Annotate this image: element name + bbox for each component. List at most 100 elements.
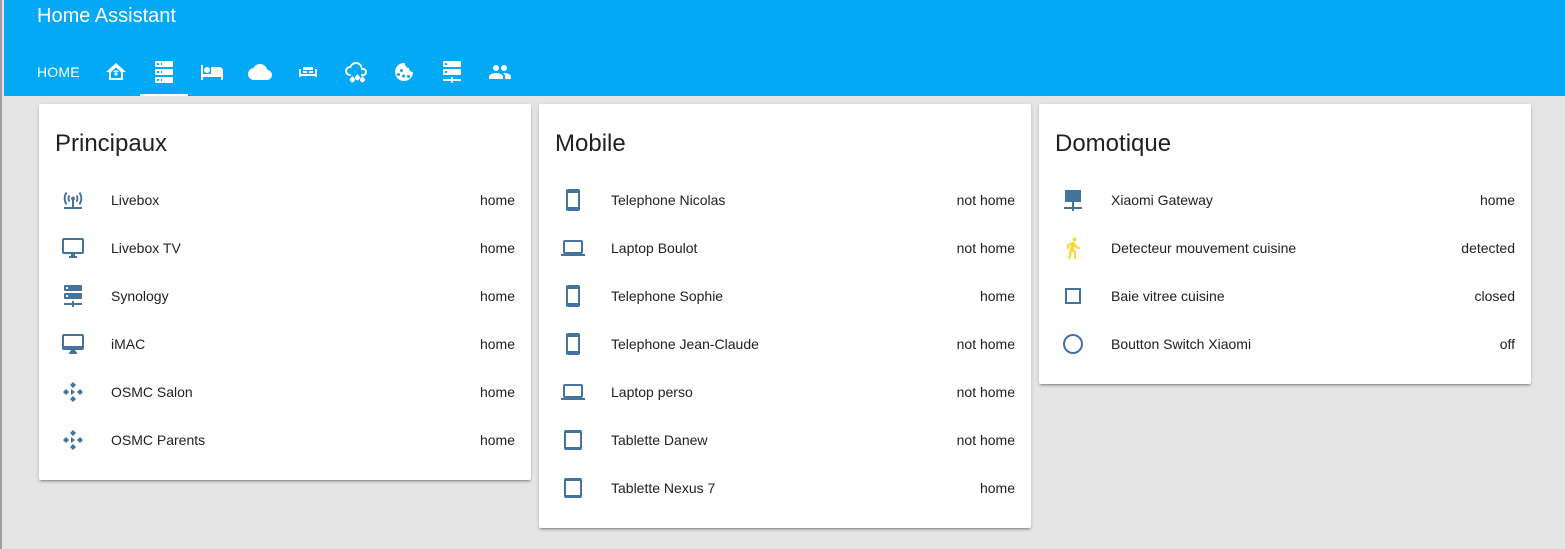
kodi-icon [55, 380, 95, 404]
entity-name: Laptop perso [611, 384, 693, 400]
entity-state: detected [1461, 240, 1515, 256]
entity-state: closed [1474, 288, 1515, 304]
tab-home[interactable]: HOME [25, 48, 92, 96]
entity-name: Detecteur mouvement cuisine [1111, 240, 1297, 256]
entity-state: home [1479, 192, 1515, 208]
tab-cloud[interactable] [236, 48, 284, 96]
entity-name: Synology [111, 288, 169, 304]
entity-name: Xiaomi Gateway [1111, 192, 1213, 208]
weather-rainy-icon [344, 60, 368, 84]
cellphone-icon [555, 284, 595, 308]
tab-home-automation[interactable] [92, 48, 140, 96]
app-title: Home Assistant [37, 5, 176, 27]
card-title: Principaux [55, 130, 168, 157]
entity-name: Livebox TV [111, 240, 181, 256]
entity-row[interactable]: Laptop perso not home [555, 368, 1015, 416]
cloud-icon [247, 60, 272, 84]
entity-name: Laptop Boulot [611, 240, 698, 256]
motion-run-icon [1055, 236, 1095, 260]
server-icon [55, 284, 95, 308]
entity-name: Telephone Nicolas [611, 192, 726, 208]
entity-state: not home [956, 384, 1015, 400]
entity-name: Baie vitree cuisine [1111, 288, 1225, 304]
entity-row[interactable]: Livebox home [55, 176, 515, 224]
entity-row[interactable]: Boutton Switch Xiaomi off [1055, 320, 1515, 368]
entity-state: not home [956, 432, 1015, 448]
tablet-icon [555, 476, 595, 500]
entity-state: home [479, 240, 515, 256]
entity-row[interactable]: OSMC Parents home [55, 416, 515, 464]
entity-name: iMAC [111, 336, 146, 352]
tab-server-network[interactable] [428, 48, 476, 96]
entity-state: not home [956, 192, 1015, 208]
entity-state: home [479, 384, 515, 400]
entity-row[interactable]: Synology home [55, 272, 515, 320]
monitor-icon [55, 236, 95, 260]
card-domotique: Domotique Xiaomi Gateway home Detecteur … [1039, 104, 1531, 384]
tab-home-label: HOME [37, 64, 80, 80]
entity-list: Telephone Nicolas not home Laptop Boulot… [555, 176, 1015, 512]
card-mobile: Mobile Telephone Nicolas not home Laptop… [539, 104, 1031, 528]
entity-row[interactable]: Telephone Sophie home [555, 272, 1015, 320]
tab-weather-rainy[interactable] [332, 48, 380, 96]
entity-name: Tablette Nexus 7 [611, 480, 716, 496]
entity-state: home [479, 336, 515, 352]
sofa-icon [296, 60, 320, 84]
entity-state: not home [956, 240, 1015, 256]
cookie-icon [392, 60, 416, 84]
entity-row[interactable]: Laptop Boulot not home [555, 224, 1015, 272]
entity-state: not home [956, 336, 1015, 352]
entity-state: home [479, 288, 515, 304]
kodi-icon [55, 428, 95, 452]
entity-row[interactable]: Xiaomi Gateway home [1055, 176, 1515, 224]
tab-sofa[interactable] [284, 48, 332, 96]
entity-row[interactable]: Baie vitree cuisine closed [1055, 272, 1515, 320]
entity-row[interactable]: Tablette Nexus 7 home [555, 464, 1015, 512]
entity-state: home [479, 432, 515, 448]
entity-list: Livebox home Livebox TV home Synology ho… [55, 176, 515, 464]
access-point-network-icon [55, 188, 95, 212]
entity-state: home [979, 480, 1015, 496]
desktop-mac-icon [55, 332, 95, 356]
entity-name: OSMC Parents [111, 432, 206, 448]
entity-name: Boutton Switch Xiaomi [1111, 336, 1252, 352]
card-principaux: Principaux Livebox home Livebox TV home [39, 104, 531, 480]
gateway-icon [1055, 188, 1095, 212]
account-multiple-icon [488, 60, 512, 84]
entity-row[interactable]: Detecteur mouvement cuisine detected [1055, 224, 1515, 272]
entity-row[interactable]: Telephone Jean-Claude not home [555, 320, 1015, 368]
tab-account-multiple[interactable] [476, 48, 524, 96]
bed-icon [200, 60, 224, 84]
entity-row[interactable]: Tablette Danew not home [555, 416, 1015, 464]
tab-server[interactable] [139, 48, 188, 96]
entity-row[interactable]: Telephone Nicolas not home [555, 176, 1015, 224]
cellphone-icon [555, 332, 595, 356]
square-outline-icon [1055, 284, 1095, 308]
tab-bed[interactable] [188, 48, 236, 96]
server-network-icon [440, 60, 464, 84]
entity-state: off [1499, 336, 1515, 352]
entity-name: Tablette Danew [611, 432, 708, 448]
entity-list: Xiaomi Gateway home Detecteur mouvement … [1055, 176, 1515, 368]
entity-name: Telephone Sophie [611, 288, 724, 304]
entity-state: home [979, 288, 1015, 304]
view-tabs: HOME [25, 48, 524, 96]
server-icon [152, 60, 176, 84]
card-title: Domotique [1055, 130, 1172, 157]
entity-state: home [479, 192, 515, 208]
laptop-icon [555, 236, 595, 260]
home-automation-icon [104, 60, 128, 84]
entity-row[interactable]: iMAC home [55, 320, 515, 368]
tab-cookie[interactable] [380, 48, 428, 96]
entity-name: OSMC Salon [111, 384, 193, 400]
cellphone-icon [555, 188, 595, 212]
circle-outline-icon [1055, 332, 1095, 356]
laptop-icon [555, 380, 595, 404]
entity-name: Livebox [111, 192, 160, 208]
app-root: Home Assistant HOME Principaux Livebox h… [0, 0, 1565, 549]
card-title: Mobile [555, 130, 626, 157]
entity-row[interactable]: Livebox TV home [55, 224, 515, 272]
entity-row[interactable]: OSMC Salon home [55, 368, 515, 416]
entity-name: Telephone Jean-Claude [611, 336, 759, 352]
tablet-icon [555, 428, 595, 452]
